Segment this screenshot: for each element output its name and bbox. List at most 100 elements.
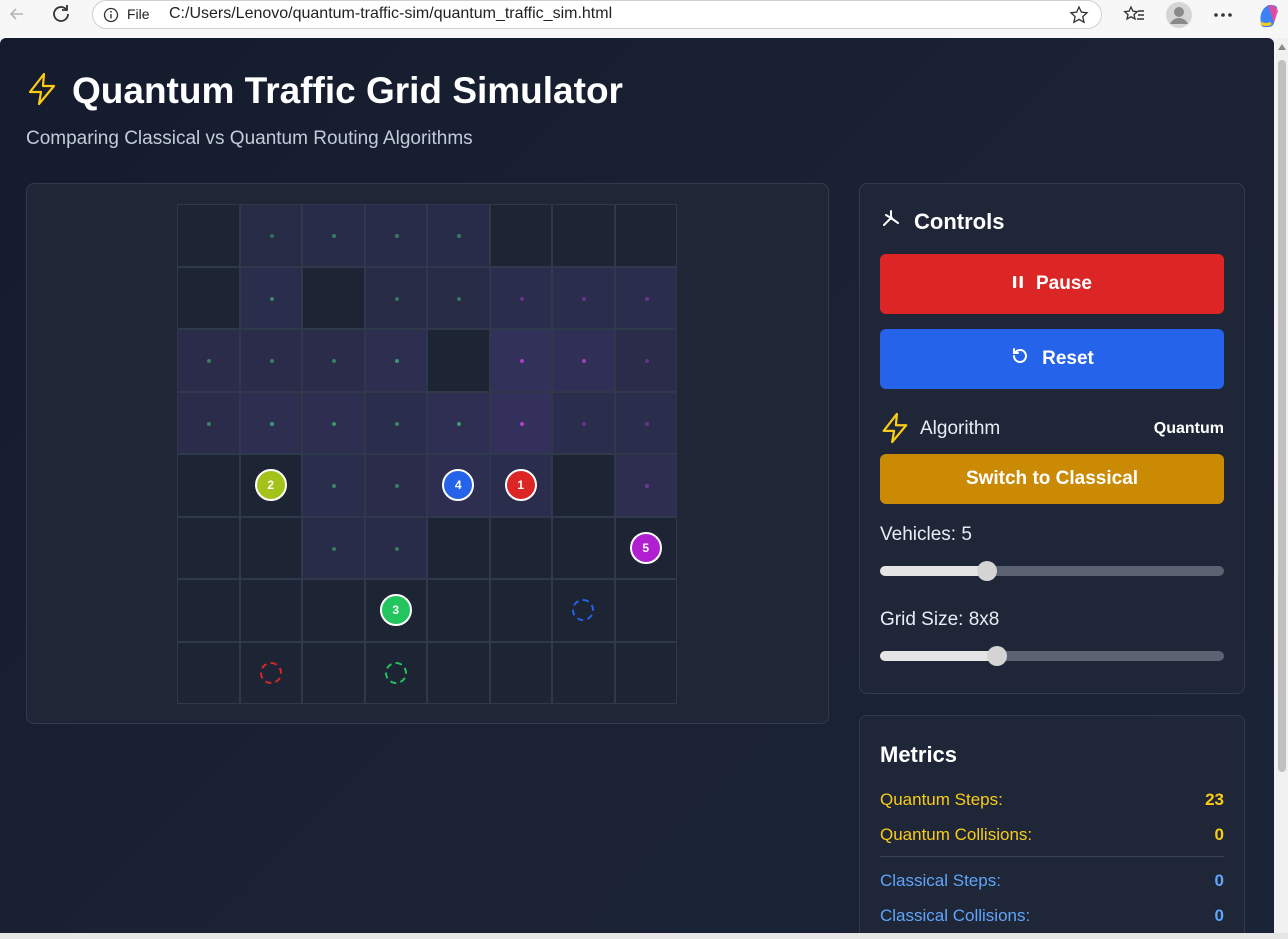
grid-cell	[614, 579, 677, 642]
grid-cell	[489, 641, 552, 704]
bottom-strip	[0, 933, 1288, 939]
pause-button[interactable]: Pause	[880, 254, 1224, 314]
metric-row: Classical Steps: 0	[880, 871, 1224, 895]
grid-cell	[552, 641, 615, 704]
probability-dot	[644, 296, 649, 301]
scroll-up-arrow-icon[interactable]	[1278, 44, 1286, 50]
grid-cell	[239, 266, 302, 329]
grid-cell	[239, 579, 302, 642]
grid-cell	[489, 579, 552, 642]
grid-cell	[302, 454, 365, 517]
vehicle-marker[interactable]: 2	[254, 469, 287, 502]
more-menu-icon[interactable]	[1208, 2, 1238, 28]
grid-cell	[489, 329, 552, 392]
grid-cell	[364, 329, 427, 392]
grid-size-slider[interactable]	[880, 646, 1224, 666]
page-scrollbar[interactable]	[1276, 38, 1288, 933]
probability-dot	[332, 484, 336, 488]
grid-panel: 12345	[26, 183, 829, 724]
probability-dot	[269, 359, 274, 363]
probability-dot	[457, 421, 461, 426]
reset-button[interactable]: Reset	[880, 329, 1224, 389]
vehicles-slider-knob[interactable]	[976, 561, 997, 581]
grid-cell	[302, 266, 365, 329]
grid-cell	[552, 204, 615, 267]
grid-cell	[177, 329, 240, 392]
favorite-star-icon[interactable]	[1069, 5, 1089, 30]
grid-size-slider-knob[interactable]	[986, 646, 1007, 666]
grid-cell	[239, 391, 302, 454]
lightning-icon	[26, 72, 58, 111]
copilot-icon[interactable]	[1254, 2, 1284, 28]
grid-cell	[552, 391, 615, 454]
grid-cell	[364, 391, 427, 454]
vehicle-marker[interactable]: 1	[504, 469, 537, 502]
address-bar[interactable]: File C:/Users/Lenovo/quantum-traffic-sim…	[92, 0, 1102, 29]
probability-dot	[582, 359, 586, 363]
probability-dot	[582, 296, 586, 301]
metric-value: 0	[1214, 825, 1224, 844]
grid-cell	[427, 516, 490, 579]
url-scheme: File	[127, 6, 150, 22]
wind-icon	[880, 208, 902, 235]
grid-cell	[489, 516, 552, 579]
metric-value: 0	[1214, 871, 1224, 890]
grid-cell	[614, 454, 677, 517]
algorithm-value: Quantum	[1153, 420, 1224, 437]
grid-cell	[552, 266, 615, 329]
switch-algorithm-button[interactable]: Switch to Classical	[880, 454, 1224, 504]
grid-cell	[614, 329, 677, 392]
url-text[interactable]: C:/Users/Lenovo/quantum-traffic-sim/quan…	[169, 5, 612, 23]
probability-dot	[394, 484, 399, 488]
back-arrow-icon[interactable]	[4, 3, 30, 25]
grid-size-slider-fill	[880, 651, 997, 661]
title-text: Quantum Traffic Grid Simulator	[72, 70, 623, 111]
vehicles-slider[interactable]	[880, 561, 1224, 581]
traffic-grid[interactable]: 12345	[177, 204, 677, 704]
probability-dot	[519, 421, 524, 426]
vehicles-label: Vehicles: 5	[880, 524, 972, 545]
probability-dot	[394, 421, 399, 426]
metric-value: 0	[1214, 906, 1224, 925]
grid-cell	[177, 454, 240, 517]
favorites-icon[interactable]	[1119, 2, 1149, 28]
metric-row: Classical Collisions: 0	[880, 906, 1224, 930]
grid-cell	[302, 579, 365, 642]
algorithm-row: Algorithm Quantum	[880, 412, 1224, 446]
grid-cell	[364, 266, 427, 329]
profile-avatar-icon[interactable]	[1164, 2, 1194, 28]
vehicle-marker[interactable]: 5	[629, 531, 662, 564]
controls-panel: Controls Pause Reset Algorithm Quantum S…	[859, 183, 1245, 694]
algorithm-label: Algorithm	[920, 418, 1001, 439]
probability-dot	[207, 359, 211, 363]
reload-icon[interactable]	[48, 3, 74, 25]
grid-cell	[489, 391, 552, 454]
probability-dot	[394, 546, 399, 551]
metrics-divider	[880, 856, 1224, 857]
grid-cell	[302, 391, 365, 454]
probability-dot	[644, 359, 649, 363]
metric-key: Classical Collisions:	[880, 906, 1031, 925]
grid-cell	[364, 454, 427, 517]
metric-key: Classical Steps:	[880, 871, 1001, 890]
grid-cell	[489, 204, 552, 267]
probability-dot	[269, 234, 274, 238]
grid-cell	[427, 391, 490, 454]
grid-cell	[427, 329, 490, 392]
probability-dot	[269, 296, 274, 301]
grid-cell	[552, 516, 615, 579]
metrics-title: Metrics	[880, 742, 958, 767]
info-icon[interactable]	[103, 7, 119, 28]
page-content: Quantum Traffic Grid Simulator Comparing…	[0, 38, 1274, 933]
vehicle-marker[interactable]: 3	[379, 594, 412, 627]
grid-cell	[177, 266, 240, 329]
metric-key: Quantum Steps:	[880, 790, 1003, 809]
grid-cell	[364, 516, 427, 579]
pause-icon	[1012, 273, 1024, 295]
page-title: Quantum Traffic Grid Simulator	[26, 70, 623, 112]
grid-cell	[239, 329, 302, 392]
controls-title: Controls	[914, 208, 1005, 234]
probability-dot	[519, 296, 524, 301]
scrollbar-thumb[interactable]	[1278, 60, 1286, 772]
grid-cell	[427, 266, 490, 329]
